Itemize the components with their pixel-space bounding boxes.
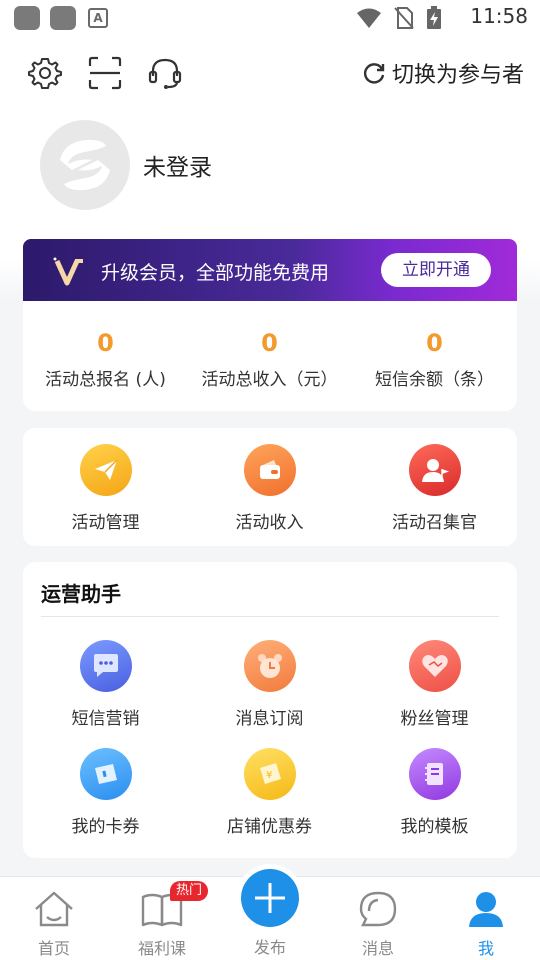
vip-banner[interactable]: 升级会员，全部功能免费用 立即开通 — [23, 239, 517, 301]
vip-logo-icon — [53, 257, 83, 286]
login-status[interactable]: 未登录 — [143, 148, 212, 182]
svg-text:¥: ¥ — [266, 770, 272, 781]
switch-role-button[interactable]: 切换为参与者 — [362, 56, 524, 90]
stat-value: 0 — [97, 329, 114, 357]
nav-label: 福利课 — [137, 939, 186, 958]
switch-role-label: 切换为参与者 — [391, 63, 524, 88]
coupon-icon: ¥ — [243, 748, 296, 800]
vip-banner-text: 升级会员，全部功能免费用 — [101, 262, 330, 284]
function-label: 活动召集官 — [392, 513, 477, 533]
operations-card: 运营助手 短信营销 消息订阅 粉丝管理 我的卡券 ¥ 店铺优惠券 我的模板 — [23, 562, 517, 858]
publish-button[interactable] — [241, 869, 299, 927]
nav-label: 首页 — [37, 939, 70, 958]
ticket-icon — [79, 748, 132, 800]
refresh-icon — [363, 63, 385, 84]
nav-messages[interactable]: 消息 — [328, 889, 428, 959]
plus-icon — [255, 883, 285, 913]
message-bubble-icon — [359, 891, 397, 927]
stat-value: 0 — [261, 329, 278, 357]
notebook-icon — [408, 748, 461, 800]
message-subscription-button[interactable]: 消息订阅 — [187, 640, 352, 729]
operation-label: 粉丝管理 — [400, 709, 469, 729]
status-time: 11:58 — [470, 4, 528, 28]
operation-label: 我的卡券 — [71, 817, 140, 837]
function-label: 活动管理 — [71, 513, 140, 533]
store-coupons-button[interactable]: ¥ 店铺优惠券 — [187, 748, 352, 837]
heart-icon — [408, 640, 461, 692]
settings-gear-icon[interactable] — [28, 56, 62, 90]
nav-label: 消息 — [361, 939, 394, 958]
no-sim-icon — [394, 7, 414, 29]
stat-label: 短信余额（条） — [375, 370, 494, 390]
person-flag-icon — [408, 444, 461, 496]
paper-plane-icon — [79, 444, 132, 496]
open-vip-button[interactable]: 立即开通 — [381, 253, 491, 287]
stats-card: 0 活动总报名 (人) 0 活动总收入（元） 0 短信余额（条） — [23, 301, 517, 411]
stat-label: 活动总收入（元） — [201, 370, 338, 390]
wifi-icon — [357, 8, 381, 28]
avatar[interactable] — [40, 120, 130, 210]
customer-service-headset-icon[interactable] — [148, 56, 182, 90]
fans-management-button[interactable]: 粉丝管理 — [352, 640, 517, 729]
divider — [41, 616, 499, 617]
notification-icon — [14, 6, 40, 30]
nav-me[interactable]: 我 — [436, 889, 536, 959]
functions-card: 活动管理 活动收入 活动召集官 — [23, 428, 517, 546]
operation-label: 消息订阅 — [235, 709, 304, 729]
stat-income[interactable]: 0 活动总收入（元） — [187, 301, 352, 390]
activity-management-button[interactable]: 活动管理 — [23, 444, 188, 533]
wallet-icon — [243, 444, 296, 496]
scan-icon[interactable] — [88, 56, 122, 90]
operation-label: 短信营销 — [71, 709, 140, 729]
battery-charging-icon — [427, 6, 441, 29]
publish-label: 发布 — [253, 938, 286, 957]
home-icon — [35, 891, 73, 927]
sms-marketing-button[interactable]: 短信营销 — [23, 640, 188, 729]
person-icon — [469, 892, 503, 927]
stat-label: 活动总报名 (人) — [45, 370, 166, 390]
function-label: 活动收入 — [235, 513, 304, 533]
my-cards-button[interactable]: 我的卡券 — [23, 748, 188, 837]
my-templates-button[interactable]: 我的模板 — [352, 748, 517, 837]
chat-bubble-icon — [79, 640, 132, 692]
stat-registrations[interactable]: 0 活动总报名 (人) — [23, 301, 188, 390]
alarm-clock-icon — [243, 640, 296, 692]
nav-label: 我 — [477, 939, 494, 958]
activity-convener-button[interactable]: 活动召集官 — [352, 444, 517, 533]
notification-icon — [50, 6, 76, 30]
nav-home[interactable]: 首页 — [4, 889, 104, 959]
status-bar: A 11:58 — [0, 0, 540, 36]
stat-sms-balance[interactable]: 0 短信余额（条） — [352, 301, 517, 390]
keyboard-icon: A — [88, 8, 108, 28]
operation-label: 店铺优惠券 — [227, 817, 312, 837]
activity-income-button[interactable]: 活动收入 — [187, 444, 352, 533]
operation-label: 我的模板 — [400, 817, 469, 837]
stat-value: 0 — [426, 329, 443, 357]
avatar-hands-logo-icon — [60, 139, 110, 191]
hot-badge: 热门 — [170, 881, 209, 901]
operations-title: 运营助手 — [41, 582, 121, 606]
